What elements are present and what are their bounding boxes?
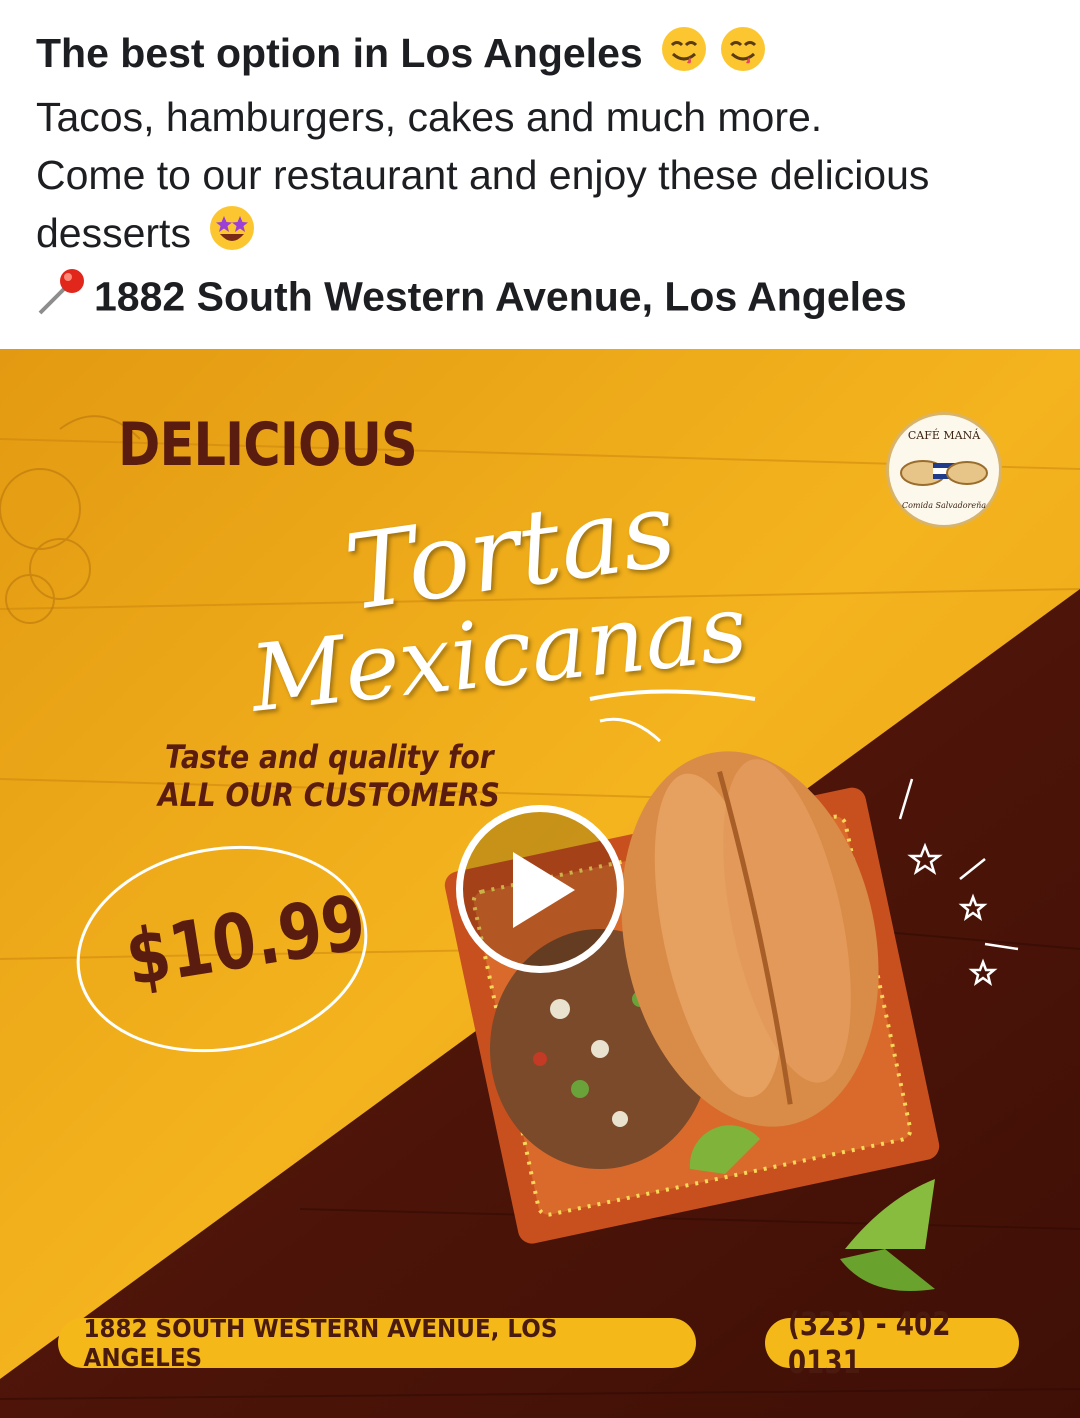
ad-tagline-1: Taste and quality for bbox=[165, 738, 494, 776]
play-icon bbox=[513, 852, 575, 928]
caption-line-1: The best option in Los Angeles bbox=[36, 24, 1056, 88]
ad-phone-text: (323) - 402 0131 bbox=[787, 1305, 951, 1381]
caption-line-3: Come to our restaurant and enjoy these d… bbox=[36, 151, 930, 198]
savoring-face-emoji-icon bbox=[719, 25, 767, 88]
caption-title: The best option in Los Angeles bbox=[36, 30, 643, 76]
ad-tagline-2: ALL OUR CUSTOMERS bbox=[158, 776, 500, 814]
cafe-mana-logo: CAFÉ MANÁ Comida Salvadoreña bbox=[886, 412, 1002, 528]
caption-line-2: Tacos, hamburgers, cakes and much more. bbox=[36, 93, 823, 140]
post-media-image[interactable]: CAFÉ MANÁ Comida Salvadoreña DELICIOUS T… bbox=[0, 349, 1080, 1418]
ad-phone-pill: (323) - 402 0131 bbox=[765, 1305, 1019, 1381]
star-struck-emoji-icon bbox=[208, 204, 256, 267]
caption-line-4: desserts bbox=[36, 204, 1056, 268]
ad-address-pill: 1882 SOUTH WESTERN AVENUE, LOS ANGELES bbox=[58, 1314, 696, 1372]
ad-address-text: 1882 SOUTH WESTERN AVENUE, LOS ANGELES bbox=[83, 1314, 558, 1372]
round-pushpin-icon bbox=[36, 267, 92, 332]
caption-address: 1882 South Western Avenue, Los Angeles bbox=[36, 267, 1056, 332]
video-play-button[interactable] bbox=[456, 805, 624, 973]
caption-address-text: 1882 South Western Avenue, Los Angeles bbox=[94, 273, 907, 320]
savoring-face-emoji-icon bbox=[660, 25, 708, 88]
logo-name: CAFÉ MANÁ bbox=[907, 429, 981, 442]
post-caption: The best option in Los Angeles Tacos, ha… bbox=[36, 24, 1056, 332]
logo-tagline: Comida Salvadoreña bbox=[901, 501, 987, 510]
caption-desserts: desserts bbox=[36, 209, 191, 256]
ad-headline: DELICIOUS bbox=[118, 410, 418, 480]
pupusa-icon bbox=[900, 460, 988, 486]
